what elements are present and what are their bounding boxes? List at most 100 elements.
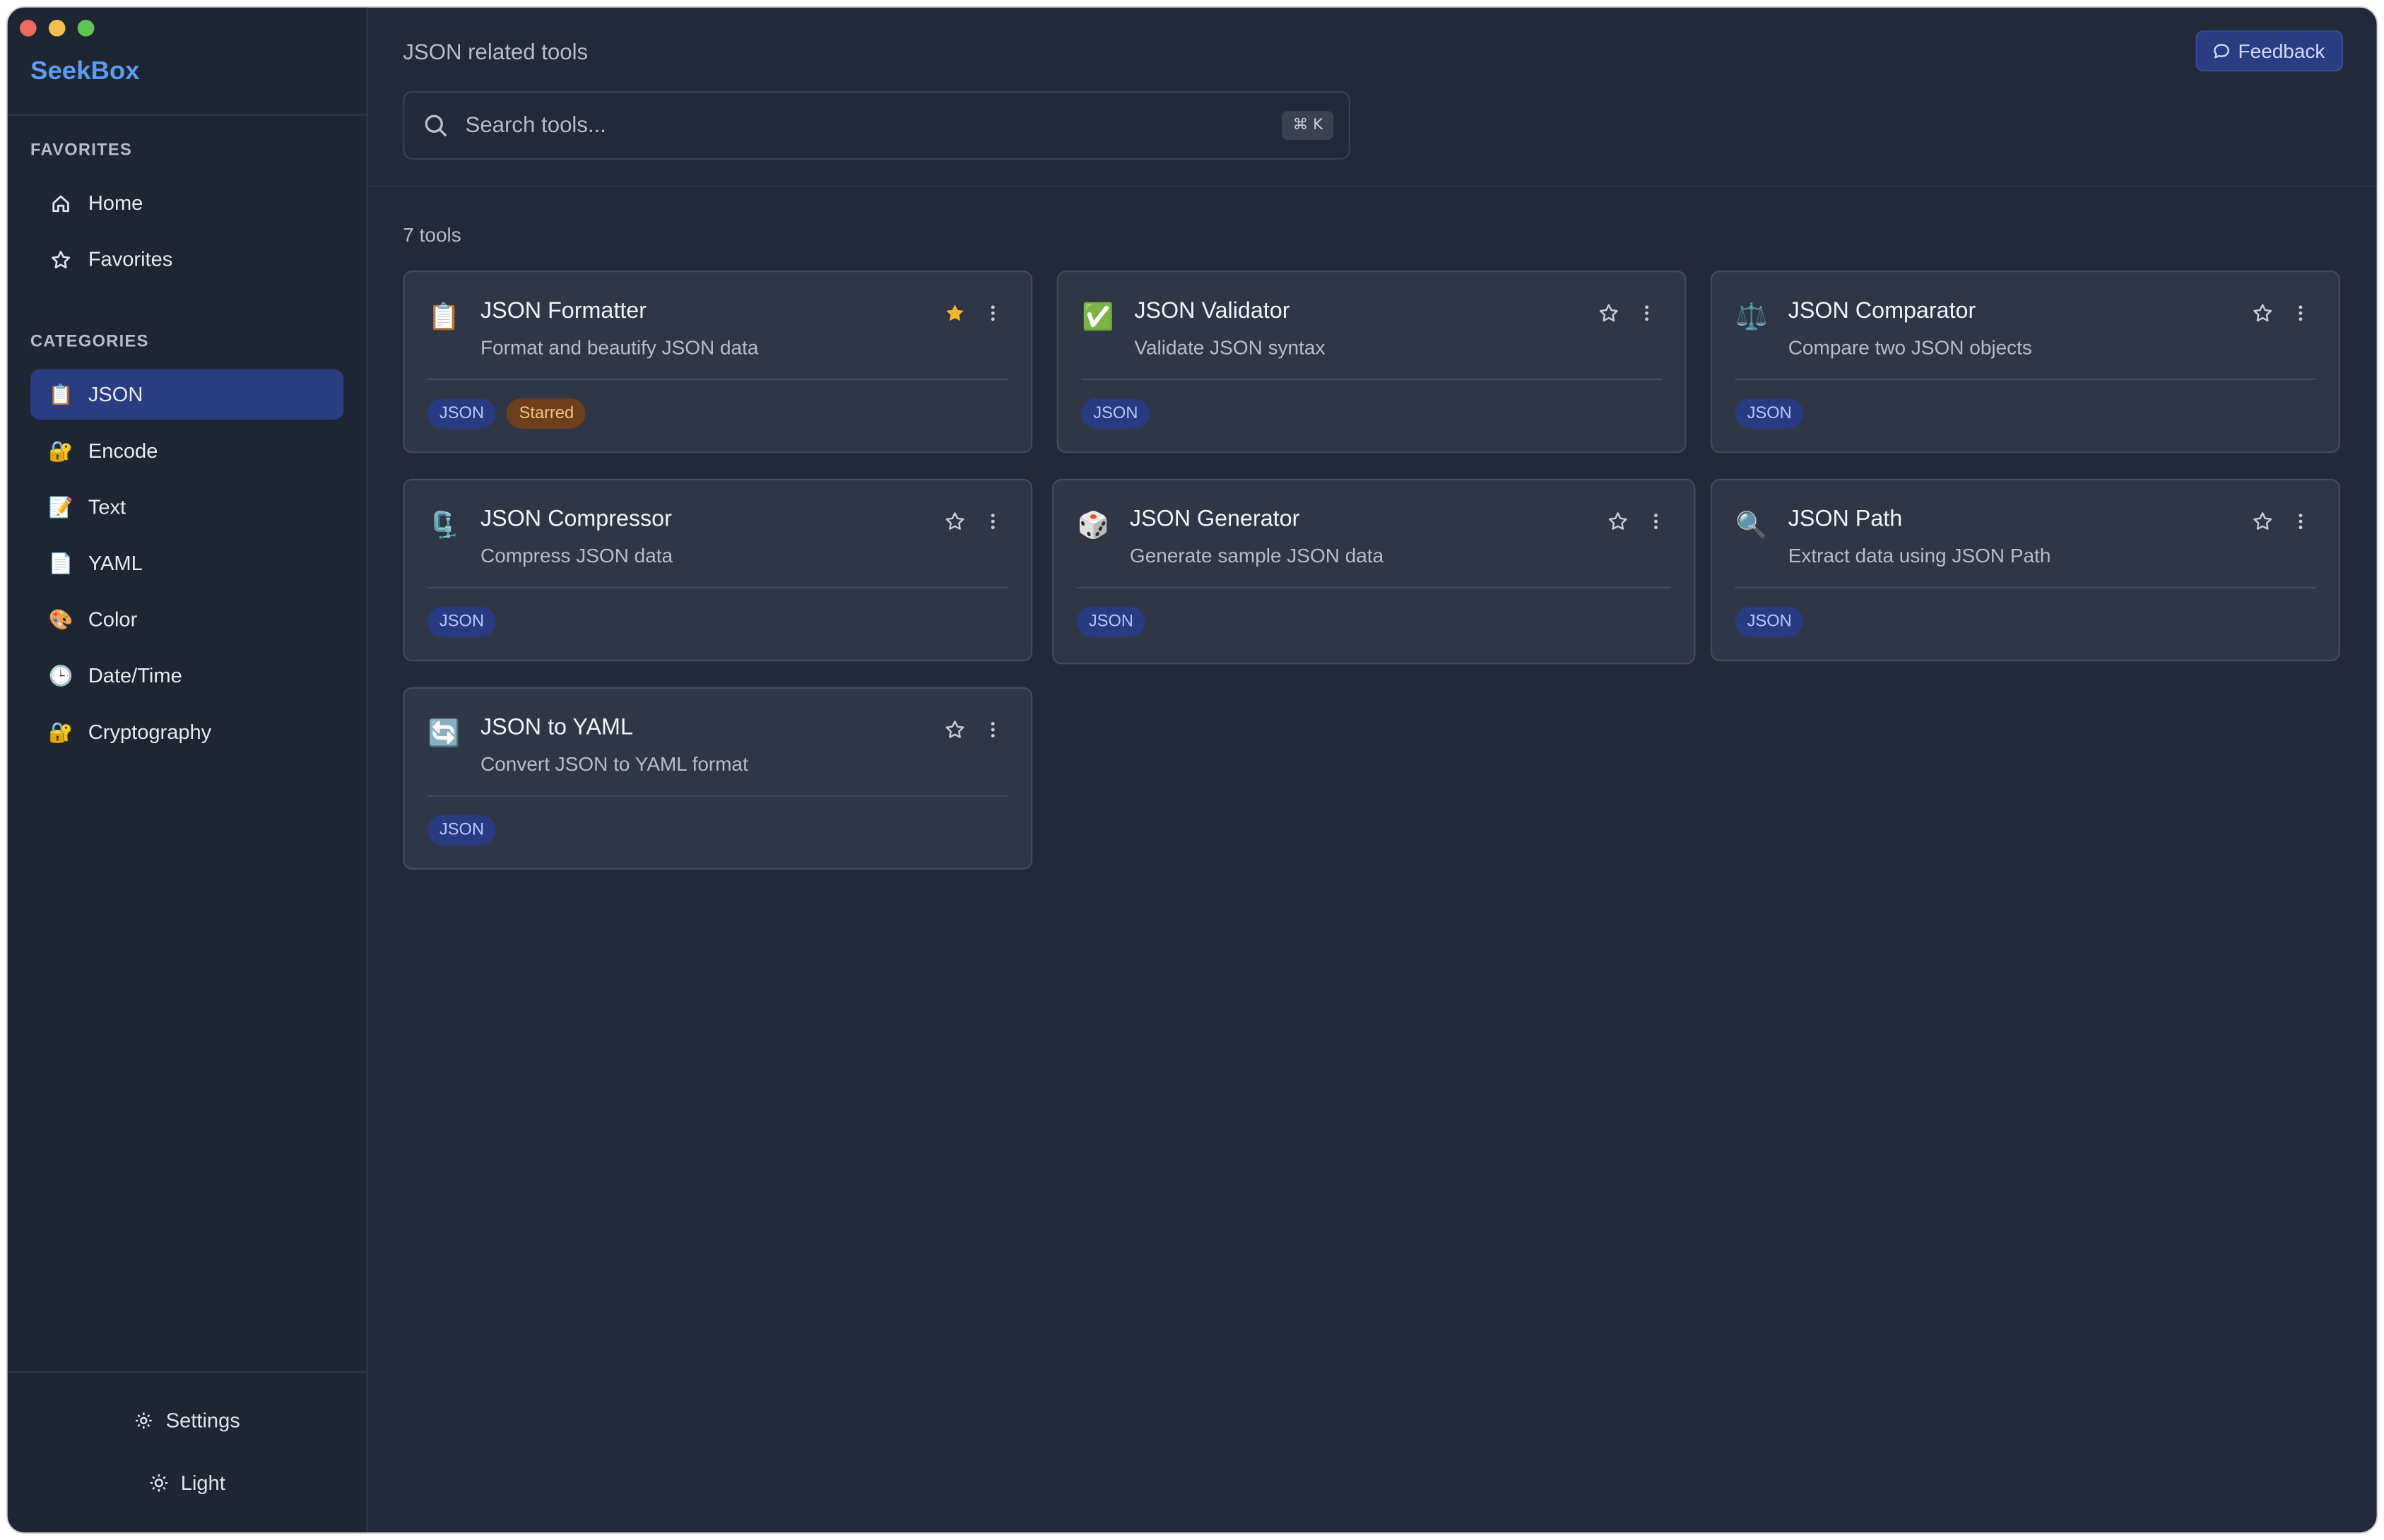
category-tag: JSON <box>1735 606 1805 637</box>
close-window-button[interactable] <box>19 19 37 37</box>
tool-description: Format and beautify JSON data <box>480 336 759 359</box>
balance-scale-icon: ⚖️ <box>1735 302 1768 332</box>
screen: SeekBox FAVORITES Home Favorites CATEGOR… <box>0 0 2384 1540</box>
divider <box>1076 586 1672 588</box>
tool-card-json-compressor[interactable]: 🗜️ JSON Compressor Compress JSON data JS… <box>403 478 1033 662</box>
tool-card-json-validator[interactable]: ✅ JSON Validator Validate JSON syntax JS… <box>1056 271 1687 454</box>
more-vertical-icon[interactable] <box>982 302 1003 324</box>
star-outline-icon[interactable] <box>944 719 965 740</box>
category-tag: JSON <box>1076 606 1146 637</box>
tool-description: Generate sample JSON data <box>1129 544 1384 567</box>
sidebar-item-label: JSON <box>88 383 143 406</box>
tool-description: Extract data using JSON Path <box>1788 544 2051 567</box>
clipboard-icon: 📋 <box>48 383 73 406</box>
tag-list: JSON Starred <box>427 398 586 429</box>
feedback-label: Feedback <box>2238 39 2325 63</box>
more-vertical-icon[interactable] <box>2290 302 2311 324</box>
tag-list: JSON <box>427 606 497 637</box>
divider <box>427 586 1008 588</box>
main-header: JSON related tools Feedback ⌘ K <box>367 8 2377 187</box>
sidebar-item-home[interactable]: Home <box>30 178 343 228</box>
category-tag: JSON <box>427 606 497 637</box>
divider <box>427 795 1008 797</box>
tool-card-json-generator[interactable]: 🎲 JSON Generator Generate sample JSON da… <box>1052 478 1696 665</box>
refresh-icon: 🔄 <box>427 718 461 748</box>
app-logo[interactable]: SeekBox <box>30 57 140 87</box>
star-filled-icon[interactable] <box>944 302 965 324</box>
star-outline-icon[interactable] <box>1598 302 1619 324</box>
tool-title: JSON Path <box>1788 506 1903 533</box>
sidebar-item-encode[interactable]: 🔐 Encode <box>30 426 343 476</box>
page-icon: 📄 <box>48 552 73 575</box>
tool-description: Convert JSON to YAML format <box>480 752 748 776</box>
star-outline-icon[interactable] <box>2252 511 2273 532</box>
sidebar-item-label: Cryptography <box>88 721 212 744</box>
categories-section-title: CATEGORIES <box>30 333 149 352</box>
theme-label: Light <box>180 1471 225 1494</box>
tool-title: JSON Comparator <box>1788 297 1976 324</box>
more-vertical-icon[interactable] <box>2290 511 2311 532</box>
tag-list: JSON <box>1081 398 1150 429</box>
tag-list: JSON <box>1735 606 1805 637</box>
star-outline-icon <box>49 247 73 271</box>
search-input[interactable] <box>462 112 1282 139</box>
starred-tag: Starred <box>507 398 586 429</box>
star-outline-icon[interactable] <box>944 511 965 532</box>
category-tag: JSON <box>1735 398 1805 429</box>
minimize-window-button[interactable] <box>48 19 66 37</box>
tool-description: Compress JSON data <box>480 544 673 567</box>
magnifier-icon: 🔍 <box>1735 511 1768 540</box>
sidebar-item-label: Text <box>88 495 126 519</box>
more-vertical-icon[interactable] <box>982 511 1003 532</box>
sidebar-item-cryptography[interactable]: 🔐 Cryptography <box>30 707 343 757</box>
tool-card-json-comparator[interactable]: ⚖️ JSON Comparator Compare two JSON obje… <box>1711 271 2340 454</box>
sidebar-item-label: Home <box>88 191 143 215</box>
tool-title: JSON Validator <box>1134 297 1290 324</box>
sidebar-item-json[interactable]: 📋 JSON <box>30 369 344 420</box>
tool-description: Validate JSON syntax <box>1134 336 1326 359</box>
chat-bubble-icon <box>2213 43 2229 58</box>
more-vertical-icon[interactable] <box>1645 511 1666 532</box>
more-vertical-icon[interactable] <box>1636 302 1658 324</box>
favorites-section-title: FAVORITES <box>30 141 133 160</box>
sidebar-item-label: Favorites <box>88 247 173 271</box>
search-icon <box>425 114 447 136</box>
sidebar: SeekBox FAVORITES Home Favorites CATEGOR… <box>7 7 368 1533</box>
zoom-window-button[interactable] <box>77 19 95 37</box>
sidebar-item-yaml[interactable]: 📄 YAML <box>30 538 343 588</box>
app-window: SeekBox FAVORITES Home Favorites CATEGOR… <box>7 7 2377 1533</box>
shortcut-hint: ⌘ K <box>1282 111 1334 140</box>
tool-title: JSON Compressor <box>480 506 672 533</box>
clamp-icon: 🗜️ <box>427 511 461 540</box>
home-icon <box>49 191 73 215</box>
category-tag: JSON <box>427 398 497 429</box>
sidebar-item-text[interactable]: 📝 Text <box>30 482 343 532</box>
feedback-button[interactable]: Feedback <box>2195 30 2344 72</box>
settings-button[interactable]: Settings <box>8 1397 367 1443</box>
breadcrumb: JSON related tools <box>403 41 589 66</box>
sidebar-item-favorites[interactable]: Favorites <box>30 234 343 284</box>
sidebar-item-date-time[interactable]: 🕒 Date/Time <box>30 651 343 701</box>
star-outline-icon[interactable] <box>2252 302 2273 324</box>
gear-icon <box>136 1411 152 1428</box>
divider <box>7 114 367 116</box>
divider <box>1735 378 2316 380</box>
tool-card-json-path[interactable]: 🔍 JSON Path Extract data using JSON Path… <box>1711 478 2340 662</box>
tag-list: JSON <box>1076 606 1146 637</box>
clipboard-icon: 📋 <box>427 302 461 332</box>
tool-card-json-formatter[interactable]: 📋 JSON Formatter Format and beautify JSO… <box>403 271 1033 454</box>
tool-title: JSON Formatter <box>480 297 647 324</box>
theme-toggle-button[interactable]: Light <box>8 1459 367 1505</box>
sidebar-item-label: YAML <box>88 552 143 575</box>
more-vertical-icon[interactable] <box>982 719 1003 740</box>
settings-label: Settings <box>165 1408 240 1432</box>
tool-card-json-to-yaml[interactable]: 🔄 JSON to YAML Convert JSON to YAML form… <box>403 687 1033 870</box>
sidebar-item-label: Date/Time <box>88 664 182 687</box>
sidebar-item-color[interactable]: 🎨 Color <box>30 594 343 644</box>
star-outline-icon[interactable] <box>1607 511 1629 532</box>
check-box-icon: ✅ <box>1081 302 1114 332</box>
window-controls <box>19 19 95 37</box>
search-box[interactable]: ⌘ K <box>403 91 1350 160</box>
tag-list: JSON <box>1735 398 1805 429</box>
tool-title: JSON Generator <box>1129 506 1300 533</box>
